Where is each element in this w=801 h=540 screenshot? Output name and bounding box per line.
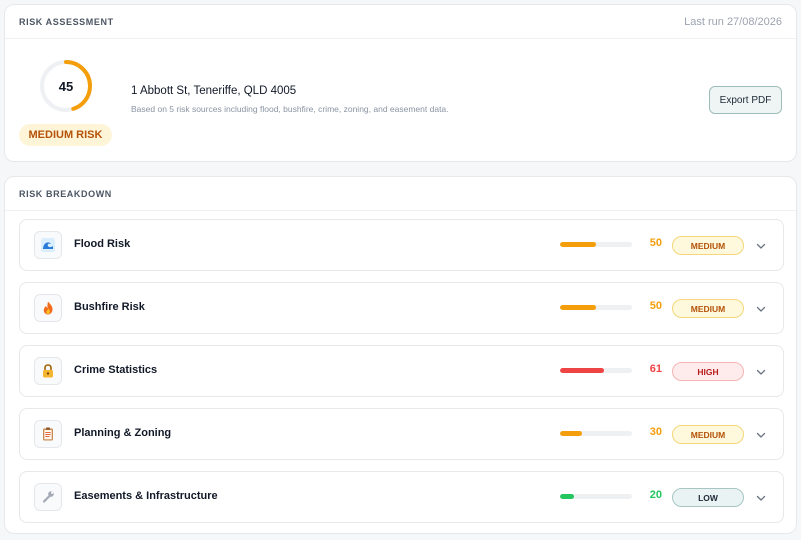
risk-level-badge: LOW [672,488,744,507]
risk-score-bar [560,368,632,373]
risk-score-bar [560,431,632,436]
risk-row-easements[interactable]: Easements & Infrastructure 20 LOW [19,471,784,523]
chevron-down-icon[interactable] [755,492,767,504]
risk-name: Easements & Infrastructure [74,490,218,502]
risk-score: 50 [649,237,662,249]
wrench-icon [34,483,62,511]
risk-breakdown-header: RISK BREAKDOWN [5,177,796,211]
risk-level-badge: MEDIUM [672,299,744,318]
risk-name: Crime Statistics [74,364,158,376]
export-pdf-button[interactable]: Export PDF [709,86,782,114]
chevron-down-icon[interactable] [755,366,767,378]
risk-score: 20 [649,489,662,501]
risk-name: Flood Risk [74,238,131,250]
wave-icon [34,231,62,259]
lock-icon [34,357,62,385]
risk-assessment-card: RISK ASSESSMENT Last run 27/08/2026 45 M… [4,4,797,162]
risk-score: 61 [649,363,662,375]
risk-row-crime[interactable]: Crime Statistics 61 HIGH [19,345,784,397]
risk-name: Planning & Zoning [74,427,172,439]
property-address: 1 Abbott St, Teneriffe, QLD 4005 [131,85,297,97]
risk-breakdown-card: RISK BREAKDOWN Flood Risk 50 MEDIUM Bush… [4,176,797,534]
last-run-timestamp: Last run 27/08/2026 [684,15,782,28]
risk-level-badge: MEDIUM [672,425,744,444]
risk-score: 50 [649,300,662,312]
risk-row-bushfire[interactable]: Bushfire Risk 50 MEDIUM [19,282,784,334]
assessment-description: Based on 5 risk sources including flood,… [131,104,449,114]
risk-level-badge: MEDIUM [672,236,744,255]
risk-score-bar [560,242,632,247]
risk-summary: 45 MEDIUM RISK 1 Abbott St, Teneriffe, Q… [5,39,796,162]
clipboard-icon [34,420,62,448]
fire-icon [34,294,62,322]
risk-score-bar [560,305,632,310]
risk-breakdown-title: RISK BREAKDOWN [19,188,112,199]
chevron-down-icon[interactable] [755,303,767,315]
risk-level-badge: HIGH [672,362,744,381]
risk-score: 30 [649,426,662,438]
risk-assessment-header: RISK ASSESSMENT Last run 27/08/2026 [5,5,796,39]
chevron-down-icon[interactable] [755,429,767,441]
overall-risk-badge: MEDIUM RISK [19,124,112,146]
risk-row-flood[interactable]: Flood Risk 50 MEDIUM [19,219,784,271]
overall-score-gauge: 45 [39,59,93,113]
overall-score: 45 [58,78,74,94]
risk-score-bar [560,494,632,499]
risk-row-planning[interactable]: Planning & Zoning 30 MEDIUM [19,408,784,460]
risk-name: Bushfire Risk [74,301,145,313]
chevron-down-icon[interactable] [755,240,767,252]
risk-assessment-title: RISK ASSESSMENT [19,16,114,27]
